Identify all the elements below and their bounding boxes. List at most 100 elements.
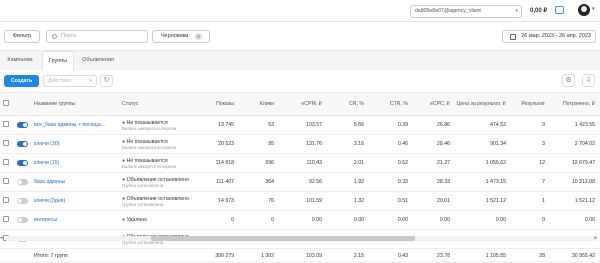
- search-input[interactable]: Поиск: [46, 30, 148, 43]
- row-checkbox[interactable]: [3, 140, 9, 146]
- cell-cost-per-result: 901.34: [455, 134, 511, 154]
- group-name-link[interactable]: база админы: [31, 172, 119, 192]
- group-name-link[interactable]: ключи (30): [31, 134, 119, 154]
- row-checkbox[interactable]: [3, 159, 9, 165]
- refresh-icon[interactable]: ↻: [100, 75, 113, 87]
- col-name[interactable]: Название группы: [31, 92, 119, 116]
- status-subtext: Баланс аккаунта исчерпан: [122, 163, 177, 169]
- tab-campaigns[interactable]: Кампании: [0, 51, 40, 70]
- cell-impressions: 20 523: [201, 134, 239, 154]
- table-row[interactable]: все_база админы + посеща... ● Не показыва…: [0, 115, 600, 135]
- status-text: Объявление остановлено: [126, 195, 189, 202]
- group-toggle[interactable]: [17, 140, 28, 147]
- table-row[interactable]: база админы ● Объявление остановлено Групп…: [0, 172, 600, 192]
- tab-groups[interactable]: Группы: [42, 51, 74, 70]
- settings-icon[interactable]: ⚙: [562, 74, 575, 87]
- cell-result: 12: [511, 153, 550, 173]
- row-checkbox[interactable]: [3, 197, 9, 203]
- account-selector[interactable]: da905e8e07@agency_client ▾: [410, 5, 522, 18]
- col-ecpc[interactable]: eCPC, ₽: [413, 92, 455, 116]
- col-result[interactable]: Результат: [511, 92, 550, 116]
- cell-result: 3: [511, 115, 550, 135]
- cell-ecpc: 26.86: [413, 115, 455, 135]
- cell-result: 3: [511, 134, 550, 154]
- total-spent: 30 955.42: [550, 248, 600, 263]
- total-clicks: 1 302: [239, 248, 279, 263]
- scroll-right-icon[interactable]: ▸: [594, 235, 597, 241]
- cell-cost-per-result: 1 056.62: [455, 153, 511, 173]
- cell-cr: 5.66: [327, 115, 369, 135]
- cell-cost-per-result: 0.00: [455, 210, 511, 230]
- group-toggle[interactable]: [17, 216, 28, 223]
- status-text: Не показывается: [126, 157, 168, 164]
- cell-ctr: 0.00: [369, 210, 413, 230]
- table-row[interactable]: ключи (3дня) ● Объявление остановлено Груп…: [0, 191, 600, 211]
- row-checkbox[interactable]: [3, 121, 9, 127]
- cell-spent: 12 679.47: [550, 153, 600, 173]
- col-cost-per-result[interactable]: Цена за результат, ₽: [455, 92, 511, 116]
- table-header-row: Название группы Статус Показы Клики eCPM…: [0, 92, 600, 116]
- col-cr[interactable]: CR, %: [327, 92, 369, 116]
- status-cell: ● Объявление остановленоГруппа остановле…: [119, 172, 201, 192]
- col-clicks[interactable]: Клики: [239, 92, 279, 116]
- cell-cost-per-result: 1 473.15: [455, 172, 511, 192]
- cell-spent: 10 312.08: [550, 172, 600, 192]
- status-cell: ● Не показывается Баланс аккаунта исчерпа…: [119, 134, 201, 154]
- col-spent[interactable]: Потрачено, ₽: [550, 92, 600, 116]
- horizontal-scrollbar[interactable]: ◂ ▸: [0, 235, 598, 241]
- col-status[interactable]: Статус: [119, 92, 201, 116]
- cell-ecpm: 0.00: [279, 210, 327, 230]
- cell-ctr: 0.39: [369, 115, 413, 135]
- download-icon[interactable]: ⇩: [582, 74, 595, 87]
- drafts-button[interactable]: Черновики 0: [152, 30, 210, 43]
- group-name-link[interactable]: все_база админы + посеща...: [31, 115, 119, 135]
- scroll-left-icon[interactable]: ◂: [0, 235, 3, 241]
- cell-result: 0: [511, 210, 550, 230]
- cell-clicks: 76: [239, 191, 279, 211]
- cell-cost-per-result: 474.52: [455, 115, 511, 135]
- search-icon: [52, 34, 57, 39]
- row-checkbox[interactable]: [3, 178, 9, 184]
- group-toggle[interactable]: [17, 159, 28, 166]
- table-row[interactable]: интересы ● Удалено 0 0 0.00 0.00 0.00 0.00 0.00 0…: [0, 210, 600, 230]
- actions-select[interactable]: Действия ▾: [43, 75, 97, 87]
- cell-cr: 1.32: [327, 191, 369, 211]
- cell-clicks: 53: [239, 115, 279, 135]
- status-cell: ● Не показывается Баланс аккаунта исчерпа…: [119, 153, 201, 173]
- cell-ecpc: 21.27: [413, 153, 455, 173]
- cell-ecpc: 28.33: [413, 172, 455, 192]
- cell-spent: 2 704.02: [550, 134, 600, 154]
- col-ctr[interactable]: CTR, %: [369, 92, 413, 116]
- cell-clicks: 0: [239, 210, 279, 230]
- cell-ecpm: 110.43: [279, 153, 327, 173]
- row-checkbox[interactable]: [3, 216, 9, 222]
- col-ecpm[interactable]: eCPM, ₽: [279, 92, 327, 116]
- total-ecpm: 103.09: [279, 248, 327, 263]
- group-name-link[interactable]: ключи (15): [31, 153, 119, 173]
- chevron-down-icon[interactable]: ▾: [592, 6, 595, 12]
- filter-button[interactable]: Фильтр: [4, 30, 40, 43]
- status-subtext: Группа остановлена: [122, 182, 164, 188]
- table-row[interactable]: ключи (30) ● Не показывается Баланс аккаун…: [0, 134, 600, 154]
- select-all-checkbox[interactable]: [3, 100, 9, 106]
- total-cost-per-result: 1 105.55: [455, 248, 511, 263]
- group-toggle[interactable]: [17, 197, 28, 204]
- scroll-thumb[interactable]: [151, 236, 415, 241]
- avatar[interactable]: [578, 4, 590, 16]
- tab-ads[interactable]: Объявления: [76, 51, 120, 70]
- cell-impressions: 0: [201, 210, 239, 230]
- status-subtext: Баланс аккаунта исчерпан: [122, 125, 177, 131]
- cell-ctr: 0.33: [369, 172, 413, 192]
- date-range-picker[interactable]: 26 мар. 2023 - 26 апр. 2023: [502, 30, 596, 43]
- col-impressions[interactable]: Показы: [201, 92, 239, 116]
- group-name-link[interactable]: интересы: [31, 210, 119, 230]
- group-toggle[interactable]: [17, 121, 28, 128]
- chevron-down-icon: ▾: [89, 78, 92, 84]
- group-name-link[interactable]: ключи (3дня): [31, 191, 119, 211]
- group-toggle[interactable]: [17, 178, 28, 185]
- create-button[interactable]: Создать: [4, 75, 39, 87]
- table-row[interactable]: ключи (15) ● Не показывается Баланс аккаун…: [0, 153, 600, 173]
- cell-impressions: 14 973: [201, 191, 239, 211]
- wallet-icon[interactable]: [555, 6, 564, 14]
- cell-result: 7: [511, 172, 550, 192]
